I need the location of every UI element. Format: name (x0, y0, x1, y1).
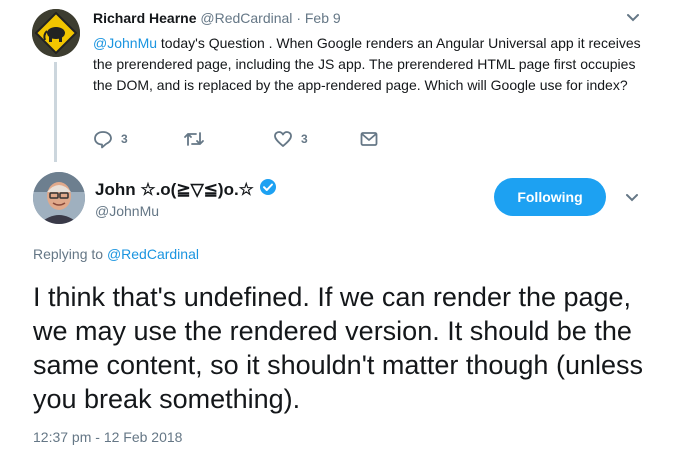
parent-separator: · (296, 10, 301, 26)
parent-tweet-text: @JohnMu today's Question . When Google r… (93, 33, 653, 96)
mention-link[interactable]: @JohnMu (93, 35, 157, 51)
parent-date[interactable]: Feb 9 (305, 10, 341, 26)
main-author-handle[interactable]: @JohnMu (95, 203, 159, 219)
thread-line (54, 62, 57, 162)
main-tweet-text: I think that's undefined. If we can rend… (33, 282, 643, 414)
like-button[interactable]: 3 (273, 128, 308, 150)
replying-to: Replying to @RedCardinal (33, 246, 199, 262)
parent-tweet-body: today's Question . When Google renders a… (93, 35, 641, 93)
author-name-text: John ☆.o(≧▽≦)o.☆ (95, 179, 254, 199)
parent-avatar[interactable] (32, 9, 80, 57)
like-count: 3 (301, 132, 308, 146)
parent-author-handle[interactable]: @RedCardinal (200, 10, 292, 26)
parent-author-name[interactable]: Richard Hearne (93, 10, 196, 26)
envelope-icon (359, 129, 379, 149)
reply-icon (93, 129, 113, 149)
parent-tweet: Richard Hearne @RedCardinal · Feb 9 @Joh… (0, 0, 679, 162)
retweet-icon (183, 129, 205, 149)
main-avatar[interactable] (33, 172, 85, 224)
chevron-down-icon[interactable] (624, 190, 640, 206)
chevron-down-icon[interactable] (625, 10, 641, 26)
direct-message-button[interactable] (359, 128, 379, 150)
reply-button[interactable]: 3 (93, 128, 128, 150)
verified-badge-icon (259, 178, 277, 201)
parent-header: Richard Hearne @RedCardinal · Feb 9 (93, 10, 341, 26)
heart-icon (273, 129, 293, 149)
following-button[interactable]: Following (494, 178, 606, 216)
main-author-name[interactable]: John ☆.o(≧▽≦)o.☆ (95, 178, 277, 201)
reply-count: 3 (121, 132, 128, 146)
retweet-button[interactable] (183, 128, 205, 150)
replying-prefix: Replying to (33, 246, 107, 262)
replying-mention-link[interactable]: @RedCardinal (107, 246, 199, 262)
tweet-timestamp[interactable]: 12:37 pm - 12 Feb 2018 (33, 429, 182, 445)
